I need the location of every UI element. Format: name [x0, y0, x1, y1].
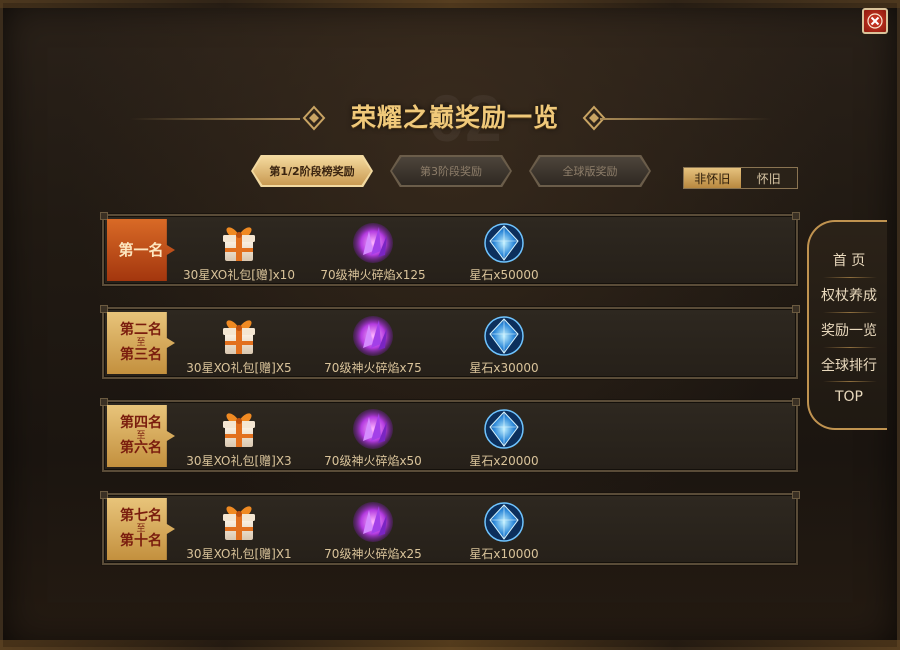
reward-item[interactable]: 30星XO礼包[赠]X5 — [169, 311, 309, 377]
page-title: 荣耀之巅奖励一览 — [350, 103, 559, 132]
gift-box-icon — [223, 413, 255, 447]
rank-label-start: 第四名 — [120, 415, 162, 431]
gift-box-icon — [223, 320, 255, 354]
rank-label-end: 第十名 — [120, 533, 162, 549]
rank-badge: 第一名 — [107, 219, 175, 281]
gift-box-icon — [223, 506, 255, 540]
nav-rewards[interactable]: 奖励一览 — [809, 320, 889, 340]
nav-divider — [823, 381, 877, 382]
reward-label: 70级神火碎焰x75 — [324, 361, 422, 375]
nav-divider — [823, 277, 877, 278]
bottom-border-decoration — [0, 640, 900, 650]
rank-label-end: 第三名 — [120, 347, 162, 363]
reward-row-rank-2-3: 第二名 至 第三名 30星XO礼包[赠]X5 70级神火碎焰x75 星石x300… — [100, 305, 800, 379]
title-line-left — [130, 118, 300, 120]
purple-crystal-icon — [353, 316, 393, 356]
purple-crystal-icon — [353, 409, 393, 449]
rank-label-end: 第六名 — [120, 440, 162, 456]
reward-label: 70级神火碎焰x125 — [320, 268, 426, 282]
nav-scepter[interactable]: 权杖养成 — [809, 285, 889, 305]
rank-badge: 第二名 至 第三名 — [107, 312, 175, 374]
reward-item[interactable]: 70级神火碎焰x75 — [303, 311, 443, 377]
reward-item[interactable]: 70级神火碎焰x125 — [303, 218, 443, 284]
rank-label-start: 第七名 — [120, 508, 162, 524]
rank-badge: 第四名 至 第六名 — [107, 405, 175, 467]
toggle-nostalgic[interactable]: 怀旧 — [740, 168, 797, 188]
reward-label: 星石x50000 — [469, 268, 539, 282]
reward-item[interactable]: 星石x10000 — [434, 497, 574, 563]
top-border-decoration — [0, 0, 900, 8]
nostalgia-toggle: 非怀旧 怀旧 — [683, 167, 798, 189]
blue-star-stone-icon — [484, 223, 524, 263]
rank-label: 第一名 — [118, 240, 164, 259]
title-line-right — [600, 118, 772, 120]
rank-badge: 第七名 至 第十名 — [107, 498, 175, 560]
toggle-non-nostalgic[interactable]: 非怀旧 — [684, 168, 741, 188]
tab-stage-3[interactable]: 第3阶段奖励 — [392, 157, 510, 185]
tab-global[interactable]: 全球版奖励 — [531, 157, 649, 185]
reward-label: 30星XO礼包[赠]X1 — [186, 547, 292, 561]
rank-label-start: 第二名 — [120, 322, 162, 338]
nav-divider — [823, 312, 877, 313]
reward-item[interactable]: 30星XO礼包[赠]X1 — [169, 497, 309, 563]
reward-item[interactable]: 星石x50000 — [434, 218, 574, 284]
reward-item[interactable]: 30星XO礼包[赠]x10 — [169, 218, 309, 284]
title-ornament-left-icon — [302, 105, 326, 131]
reward-label: 70级神火碎焰x50 — [324, 454, 422, 468]
blue-star-stone-icon — [484, 502, 524, 542]
gift-box-icon — [223, 227, 255, 261]
reward-label: 星石x20000 — [469, 454, 539, 468]
tab-stage-1-2[interactable]: 第1/2阶段榜奖励 — [253, 157, 371, 185]
blue-star-stone-icon — [484, 316, 524, 356]
nav-home[interactable]: 首 页 — [809, 250, 889, 270]
event-panel: 02 荣耀之巅奖励一览 第1/2阶段榜奖励 第3阶段奖励 全球版奖励 非怀旧 怀… — [0, 0, 900, 650]
side-navigation: 首 页 权杖养成 奖励一览 全球排行 TOP — [807, 220, 887, 430]
reward-item[interactable]: 星石x20000 — [434, 404, 574, 470]
tab-label: 第3阶段奖励 — [420, 165, 482, 178]
nav-global-ranking[interactable]: 全球排行 — [809, 355, 889, 375]
reward-label: 30星XO礼包[赠]X5 — [186, 361, 292, 375]
purple-crystal-icon — [353, 223, 393, 263]
tab-label: 全球版奖励 — [562, 165, 618, 178]
reward-label: 30星XO礼包[赠]x10 — [183, 268, 295, 282]
close-button[interactable] — [862, 8, 888, 34]
reward-label: 70级神火碎焰x25 — [324, 547, 422, 561]
close-icon — [867, 13, 883, 29]
reward-item[interactable]: 星石x30000 — [434, 311, 574, 377]
reward-item[interactable]: 70级神火碎焰x25 — [303, 497, 443, 563]
reward-label: 星石x10000 — [469, 547, 539, 561]
reward-row-rank-7-10: 第七名 至 第十名 30星XO礼包[赠]X1 70级神火碎焰x25 星石x100… — [100, 491, 800, 565]
reward-label: 30星XO礼包[赠]X3 — [186, 454, 292, 468]
reward-item[interactable]: 70级神火碎焰x50 — [303, 404, 443, 470]
reward-row-rank-4-6: 第四名 至 第六名 30星XO礼包[赠]X3 70级神火碎焰x50 星石x200… — [100, 398, 800, 472]
reward-row-rank-1: 第一名 30星XO礼包[赠]x10 70级神火碎焰x125 星石x50000 — [100, 212, 800, 286]
reward-item[interactable]: 30星XO礼包[赠]X3 — [169, 404, 309, 470]
purple-crystal-icon — [353, 502, 393, 542]
nav-top[interactable]: TOP — [809, 389, 889, 405]
blue-star-stone-icon — [484, 409, 524, 449]
reward-label: 星石x30000 — [469, 361, 539, 375]
tab-label: 第1/2阶段榜奖励 — [269, 165, 355, 178]
nav-divider — [823, 347, 877, 348]
